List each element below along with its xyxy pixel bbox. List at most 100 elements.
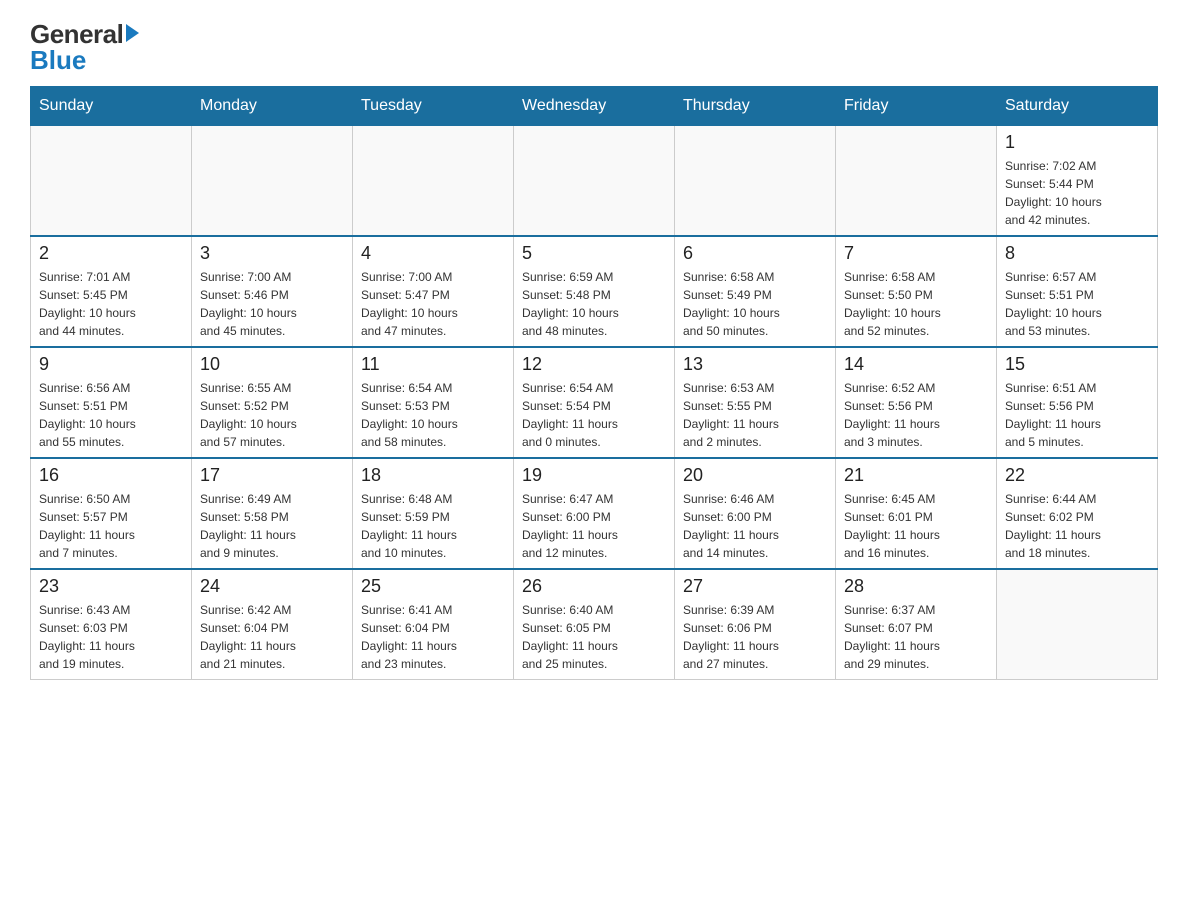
day-number: 27 bbox=[683, 576, 827, 597]
calendar-header-tuesday: Tuesday bbox=[353, 86, 514, 125]
calendar-header-sunday: Sunday bbox=[31, 86, 192, 125]
day-number: 7 bbox=[844, 243, 988, 264]
day-info: Sunrise: 6:58 AM Sunset: 5:49 PM Dayligh… bbox=[683, 268, 827, 340]
logo-blue-text: Blue bbox=[30, 45, 86, 76]
day-number: 13 bbox=[683, 354, 827, 375]
day-info: Sunrise: 6:56 AM Sunset: 5:51 PM Dayligh… bbox=[39, 379, 183, 451]
calendar-cell bbox=[836, 125, 997, 236]
day-info: Sunrise: 6:44 AM Sunset: 6:02 PM Dayligh… bbox=[1005, 490, 1149, 562]
calendar-cell: 2Sunrise: 7:01 AM Sunset: 5:45 PM Daylig… bbox=[31, 236, 192, 347]
calendar-cell bbox=[675, 125, 836, 236]
day-info: Sunrise: 6:41 AM Sunset: 6:04 PM Dayligh… bbox=[361, 601, 505, 673]
day-number: 17 bbox=[200, 465, 344, 486]
day-number: 8 bbox=[1005, 243, 1149, 264]
day-number: 11 bbox=[361, 354, 505, 375]
calendar-cell: 27 Sunrise: 6:39 AM Sunset: 6:06 PM Dayli… bbox=[675, 569, 836, 680]
day-info: Sunrise: 6:42 AM Sunset: 6:04 PM Dayligh… bbox=[200, 601, 344, 673]
calendar-cell bbox=[514, 125, 675, 236]
day-info: Sunrise: 7:00 AM Sunset: 5:46 PM Dayligh… bbox=[200, 268, 344, 340]
calendar-cell: 7 Sunrise: 6:58 AM Sunset: 5:50 PM Daylig… bbox=[836, 236, 997, 347]
day-number: 6 bbox=[683, 243, 827, 264]
calendar-table: SundayMondayTuesdayWednesdayThursdayFrid… bbox=[30, 86, 1158, 680]
day-number: 28 bbox=[844, 576, 988, 597]
calendar-cell: 23 Sunrise: 6:43 AM Sunset: 6:03 PM Dayli… bbox=[31, 569, 192, 680]
day-number: 4 bbox=[361, 243, 505, 264]
calendar-week-row: 1 Sunrise: 7:02 AM Sunset: 5:44 PM Daylig… bbox=[31, 125, 1158, 236]
day-info: Sunrise: 6:52 AM Sunset: 5:56 PM Dayligh… bbox=[844, 379, 988, 451]
calendar-cell: 4 Sunrise: 7:00 AM Sunset: 5:47 PM Daylig… bbox=[353, 236, 514, 347]
calendar-cell bbox=[192, 125, 353, 236]
day-number: 12 bbox=[522, 354, 666, 375]
day-info: Sunrise: 6:50 AM Sunset: 5:57 PM Dayligh… bbox=[39, 490, 183, 562]
calendar-cell: 11 Sunrise: 6:54 AM Sunset: 5:53 PM Dayli… bbox=[353, 347, 514, 458]
calendar-week-row: 16 Sunrise: 6:50 AM Sunset: 5:57 PM Dayli… bbox=[31, 458, 1158, 569]
day-info: Sunrise: 7:02 AM Sunset: 5:44 PM Dayligh… bbox=[1005, 157, 1149, 229]
calendar-cell: 19 Sunrise: 6:47 AM Sunset: 6:00 PM Dayli… bbox=[514, 458, 675, 569]
day-number: 2 bbox=[39, 243, 183, 264]
calendar-cell: 13 Sunrise: 6:53 AM Sunset: 5:55 PM Dayli… bbox=[675, 347, 836, 458]
day-number: 18 bbox=[361, 465, 505, 486]
calendar-cell: 1 Sunrise: 7:02 AM Sunset: 5:44 PM Daylig… bbox=[997, 125, 1158, 236]
calendar-cell: 5 Sunrise: 6:59 AM Sunset: 5:48 PM Daylig… bbox=[514, 236, 675, 347]
calendar-cell: 28 Sunrise: 6:37 AM Sunset: 6:07 PM Dayli… bbox=[836, 569, 997, 680]
day-info: Sunrise: 6:57 AM Sunset: 5:51 PM Dayligh… bbox=[1005, 268, 1149, 340]
day-number: 16 bbox=[39, 465, 183, 486]
day-info: Sunrise: 6:43 AM Sunset: 6:03 PM Dayligh… bbox=[39, 601, 183, 673]
calendar-cell: 10 Sunrise: 6:55 AM Sunset: 5:52 PM Dayli… bbox=[192, 347, 353, 458]
calendar-cell: 25 Sunrise: 6:41 AM Sunset: 6:04 PM Dayli… bbox=[353, 569, 514, 680]
calendar-header-friday: Friday bbox=[836, 86, 997, 125]
day-info: Sunrise: 6:39 AM Sunset: 6:06 PM Dayligh… bbox=[683, 601, 827, 673]
calendar-cell: 15Sunrise: 6:51 AM Sunset: 5:56 PM Dayli… bbox=[997, 347, 1158, 458]
day-info: Sunrise: 6:55 AM Sunset: 5:52 PM Dayligh… bbox=[200, 379, 344, 451]
day-info: Sunrise: 6:58 AM Sunset: 5:50 PM Dayligh… bbox=[844, 268, 988, 340]
calendar-header-thursday: Thursday bbox=[675, 86, 836, 125]
day-info: Sunrise: 6:46 AM Sunset: 6:00 PM Dayligh… bbox=[683, 490, 827, 562]
day-info: Sunrise: 6:47 AM Sunset: 6:00 PM Dayligh… bbox=[522, 490, 666, 562]
day-number: 22 bbox=[1005, 465, 1149, 486]
calendar-cell: 24 Sunrise: 6:42 AM Sunset: 6:04 PM Dayli… bbox=[192, 569, 353, 680]
day-number: 10 bbox=[200, 354, 344, 375]
day-number: 25 bbox=[361, 576, 505, 597]
day-number: 23 bbox=[39, 576, 183, 597]
day-number: 1 bbox=[1005, 132, 1149, 153]
calendar-header-saturday: Saturday bbox=[997, 86, 1158, 125]
day-info: Sunrise: 6:59 AM Sunset: 5:48 PM Dayligh… bbox=[522, 268, 666, 340]
day-info: Sunrise: 6:53 AM Sunset: 5:55 PM Dayligh… bbox=[683, 379, 827, 451]
calendar-week-row: 23 Sunrise: 6:43 AM Sunset: 6:03 PM Dayli… bbox=[31, 569, 1158, 680]
day-info: Sunrise: 6:54 AM Sunset: 5:54 PM Dayligh… bbox=[522, 379, 666, 451]
calendar-cell: 12 Sunrise: 6:54 AM Sunset: 5:54 PM Dayli… bbox=[514, 347, 675, 458]
calendar-cell: 26 Sunrise: 6:40 AM Sunset: 6:05 PM Dayli… bbox=[514, 569, 675, 680]
day-number: 26 bbox=[522, 576, 666, 597]
logo: General Blue bbox=[30, 20, 139, 76]
calendar-cell: 8 Sunrise: 6:57 AM Sunset: 5:51 PM Daylig… bbox=[997, 236, 1158, 347]
calendar-cell: 17 Sunrise: 6:49 AM Sunset: 5:58 PM Dayli… bbox=[192, 458, 353, 569]
calendar-cell: 22 Sunrise: 6:44 AM Sunset: 6:02 PM Dayli… bbox=[997, 458, 1158, 569]
calendar-cell: 21 Sunrise: 6:45 AM Sunset: 6:01 PM Dayli… bbox=[836, 458, 997, 569]
calendar-header-wednesday: Wednesday bbox=[514, 86, 675, 125]
calendar-header-row: SundayMondayTuesdayWednesdayThursdayFrid… bbox=[31, 86, 1158, 125]
day-info: Sunrise: 6:54 AM Sunset: 5:53 PM Dayligh… bbox=[361, 379, 505, 451]
calendar-cell bbox=[31, 125, 192, 236]
day-info: Sunrise: 7:00 AM Sunset: 5:47 PM Dayligh… bbox=[361, 268, 505, 340]
calendar-cell bbox=[997, 569, 1158, 680]
logo-triangle-icon bbox=[126, 24, 139, 42]
day-info: Sunrise: 6:49 AM Sunset: 5:58 PM Dayligh… bbox=[200, 490, 344, 562]
day-info: Sunrise: 6:37 AM Sunset: 6:07 PM Dayligh… bbox=[844, 601, 988, 673]
day-info: Sunrise: 6:40 AM Sunset: 6:05 PM Dayligh… bbox=[522, 601, 666, 673]
day-number: 20 bbox=[683, 465, 827, 486]
day-number: 5 bbox=[522, 243, 666, 264]
day-number: 9 bbox=[39, 354, 183, 375]
calendar-cell: 3 Sunrise: 7:00 AM Sunset: 5:46 PM Daylig… bbox=[192, 236, 353, 347]
calendar-cell: 18 Sunrise: 6:48 AM Sunset: 5:59 PM Dayli… bbox=[353, 458, 514, 569]
calendar-cell: 9 Sunrise: 6:56 AM Sunset: 5:51 PM Daylig… bbox=[31, 347, 192, 458]
calendar-week-row: 2Sunrise: 7:01 AM Sunset: 5:45 PM Daylig… bbox=[31, 236, 1158, 347]
day-number: 24 bbox=[200, 576, 344, 597]
day-number: 3 bbox=[200, 243, 344, 264]
day-info: Sunrise: 6:48 AM Sunset: 5:59 PM Dayligh… bbox=[361, 490, 505, 562]
page-header: General Blue bbox=[30, 20, 1158, 76]
calendar-cell: 6 Sunrise: 6:58 AM Sunset: 5:49 PM Daylig… bbox=[675, 236, 836, 347]
day-number: 21 bbox=[844, 465, 988, 486]
calendar-week-row: 9 Sunrise: 6:56 AM Sunset: 5:51 PM Daylig… bbox=[31, 347, 1158, 458]
day-info: Sunrise: 6:45 AM Sunset: 6:01 PM Dayligh… bbox=[844, 490, 988, 562]
day-number: 19 bbox=[522, 465, 666, 486]
